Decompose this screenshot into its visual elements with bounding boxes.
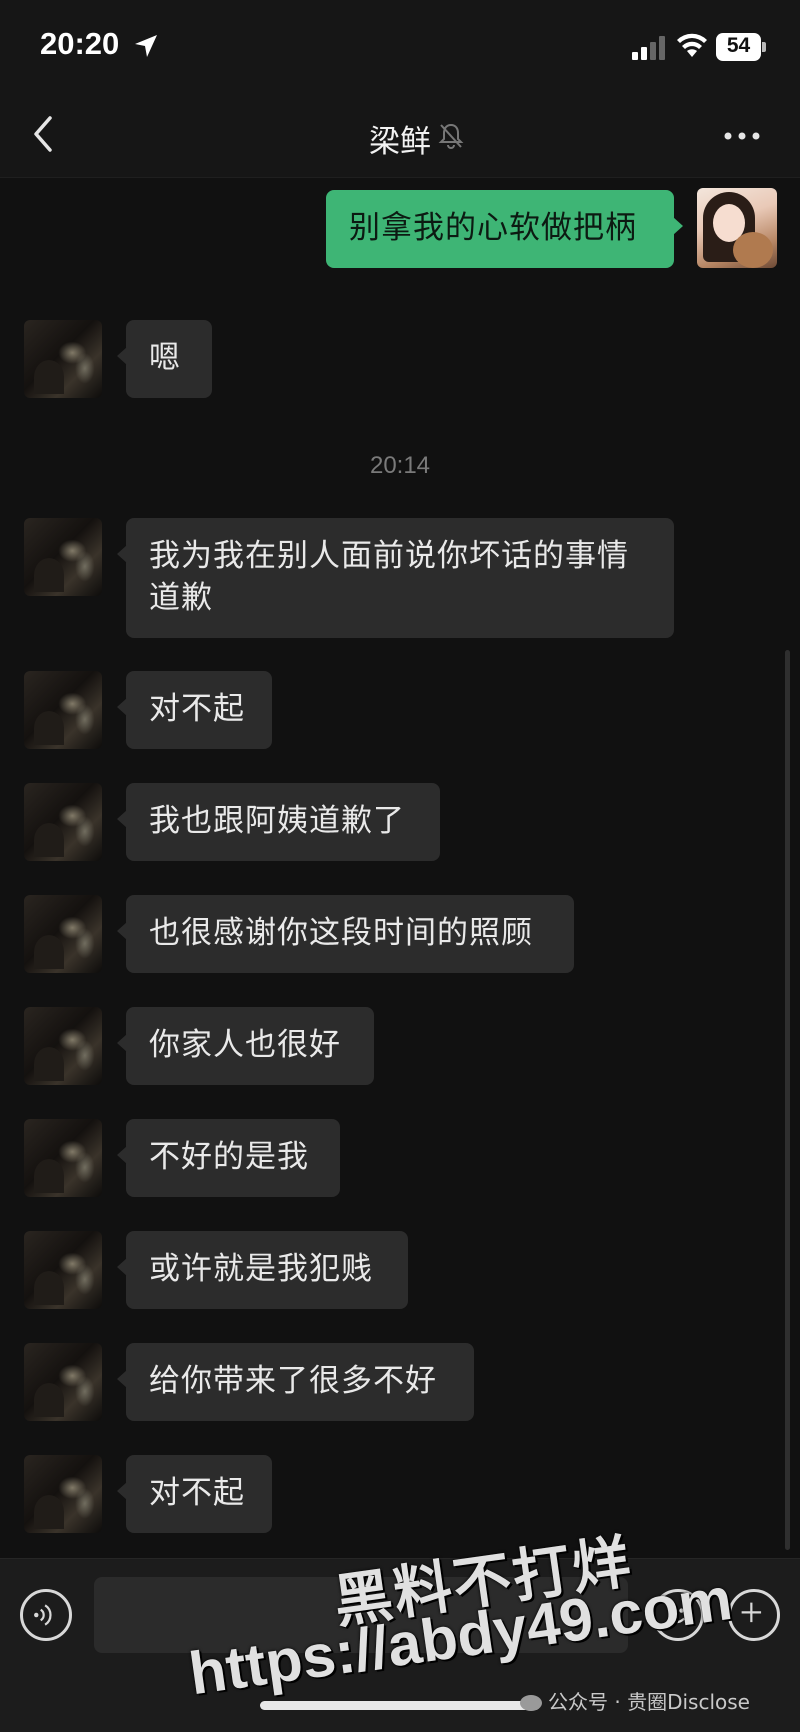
message-row-other: 对不起 [0, 1455, 800, 1535]
source-credit: 公众号 · 贵圈Disclose [520, 1686, 750, 1715]
location-icon [135, 35, 157, 57]
signal-icon [632, 36, 665, 60]
battery-icon: 54 [716, 33, 766, 61]
message-bubble[interactable]: 也很感谢你这段时间的照顾 [117, 895, 574, 973]
avatar-other[interactable] [24, 895, 102, 973]
avatar-other[interactable] [24, 320, 102, 398]
avatar-other[interactable] [24, 1231, 102, 1309]
wechat-icon [520, 1695, 542, 1711]
message-bubble[interactable]: 别拿我的心软做把柄 [326, 190, 683, 268]
mute-bell-icon [438, 123, 464, 149]
message-row-other: 嗯 [0, 320, 800, 402]
avatar-other[interactable] [24, 1119, 102, 1197]
status-time: 20:20 [40, 26, 120, 61]
more-dots-icon[interactable] [722, 126, 762, 146]
battery-level: 54 [726, 34, 751, 57]
avatar-other[interactable] [24, 518, 102, 596]
avatar-other[interactable] [24, 1455, 102, 1533]
message-list[interactable]: 别拿我的心软做把柄 嗯 20:14 我为我在别人面前说你坏话的事情道歉 对不起 … [0, 178, 800, 1558]
chat-screen: 20:20 54 梁鲜 别拿我的心软做把柄 嗯 20:14 我为我在别人面前说你… [0, 0, 800, 1732]
message-row-self: 别拿我的心软做把柄 [0, 188, 800, 270]
avatar-other[interactable] [24, 1007, 102, 1085]
message-bubble[interactable]: 我为我在别人面前说你坏话的事情道歉 [117, 518, 674, 638]
message-row-other: 也很感谢你这段时间的照顾 [0, 895, 800, 975]
scrollbar[interactable] [785, 650, 790, 1550]
source-credit-text: 公众号 · 贵圈Disclose [548, 1690, 750, 1714]
avatar-self[interactable] [697, 188, 777, 268]
voice-icon[interactable] [20, 1589, 72, 1641]
message-bubble[interactable]: 嗯 [117, 320, 212, 398]
avatar-other[interactable] [24, 1343, 102, 1421]
message-row-other: 我为我在别人面前说你坏话的事情道歉 [0, 518, 800, 638]
message-row-other: 给你带来了很多不好 [0, 1343, 800, 1423]
status-bar: 20:20 54 [0, 0, 800, 96]
message-row-other: 或许就是我犯贱 [0, 1231, 800, 1311]
message-bubble[interactable]: 我也跟阿姨道歉了 [117, 783, 440, 861]
message-row-other: 对不起 [0, 671, 800, 751]
avatar-other[interactable] [24, 783, 102, 861]
wifi-icon [677, 33, 707, 57]
message-row-other: 不好的是我 [0, 1119, 800, 1199]
home-indicator [260, 1701, 540, 1710]
chat-header: 梁鲜 [0, 96, 800, 178]
message-bubble[interactable]: 你家人也很好 [117, 1007, 374, 1085]
message-bubble[interactable]: 对不起 [117, 1455, 272, 1533]
message-bubble[interactable]: 给你带来了很多不好 [117, 1343, 474, 1421]
avatar-other[interactable] [24, 671, 102, 749]
chat-title: 梁鲜 [369, 124, 431, 160]
message-bubble[interactable]: 对不起 [117, 671, 272, 749]
message-bubble[interactable]: 不好的是我 [117, 1119, 340, 1197]
message-row-other: 你家人也很好 [0, 1007, 800, 1087]
plus-icon[interactable] [728, 1589, 780, 1641]
message-bubble[interactable]: 或许就是我犯贱 [117, 1231, 408, 1309]
time-divider: 20:14 [369, 452, 431, 479]
message-row-other: 我也跟阿姨道歉了 [0, 783, 800, 863]
